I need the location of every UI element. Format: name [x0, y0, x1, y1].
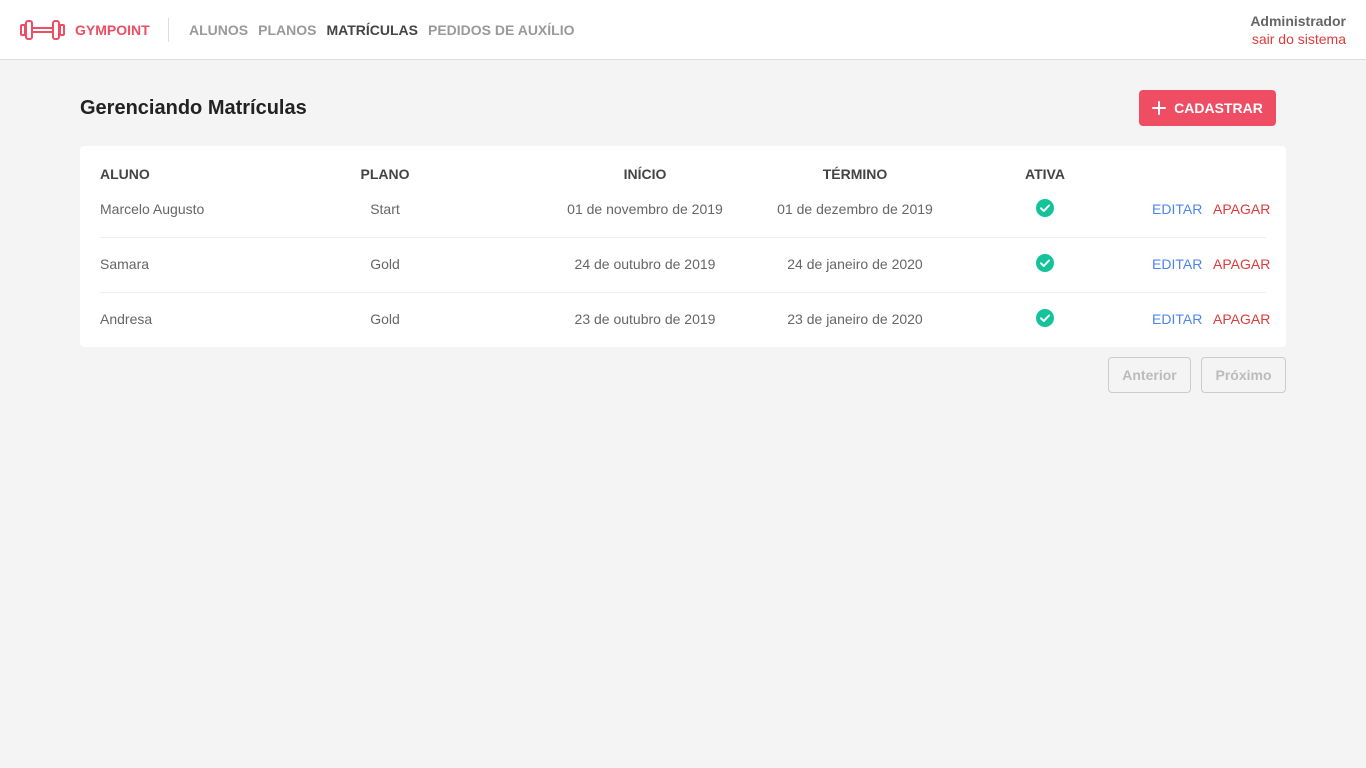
- add-enrollment-button[interactable]: CADASTRAR: [1139, 90, 1276, 126]
- edit-link[interactable]: EDITAR: [1152, 311, 1202, 327]
- cell-termino: 01 de dezembro de 2019: [777, 201, 933, 217]
- page-title: Gerenciando Matrículas: [80, 97, 307, 119]
- logout-link[interactable]: sair do sistema: [1250, 31, 1346, 47]
- cell-plano: Gold: [370, 311, 400, 327]
- nav-item-pedidos-de-auxilio[interactable]: PEDIDOS DE AUXÍLIO: [428, 22, 575, 38]
- cell-aluno: Samara: [100, 256, 150, 272]
- user-menu: Administrador sair do sistema: [1250, 13, 1346, 47]
- nav-item-planos[interactable]: PLANOS: [258, 22, 316, 38]
- edit-link[interactable]: EDITAR: [1152, 256, 1202, 272]
- table-row: Marcelo Augusto Start 01 de novembro de …: [100, 183, 1270, 238]
- cell-plano: Start: [370, 201, 400, 217]
- active-check-icon: [1036, 199, 1054, 217]
- table-row: Andresa Gold 23 de outubro de 2019 23 de…: [100, 293, 1270, 348]
- column-header-ativa: ATIVA: [1025, 166, 1065, 182]
- cell-termino: 23 de janeiro de 2020: [787, 311, 923, 327]
- next-page-button[interactable]: Próximo: [1201, 357, 1286, 393]
- column-header-aluno: ALUNO: [100, 166, 150, 182]
- nav-item-matriculas[interactable]: MATRÍCULAS: [326, 22, 418, 38]
- table-row: Samara Gold 24 de outubro de 2019 24 de …: [100, 238, 1270, 293]
- previous-page-button[interactable]: Anterior: [1108, 357, 1191, 393]
- column-header-inicio: INÍCIO: [623, 166, 667, 182]
- cell-aluno: Andresa: [100, 311, 153, 327]
- edit-link[interactable]: EDITAR: [1152, 201, 1202, 217]
- active-check-icon: [1036, 254, 1054, 272]
- cell-aluno: Marcelo Augusto: [100, 201, 205, 217]
- cell-inicio: 01 de novembro de 2019: [567, 201, 723, 217]
- enrollments-table: ALUNO PLANO INÍCIO TÉRMINO ATIVA Marcelo…: [80, 146, 1286, 347]
- cell-plano: Gold: [370, 256, 400, 272]
- main-nav: ALUNOS PLANOS MATRÍCULAS PEDIDOS DE AUXÍ…: [189, 22, 575, 38]
- brand-name: GYMPOINT: [75, 22, 150, 38]
- table-header: ALUNO PLANO INÍCIO TÉRMINO ATIVA: [100, 166, 1266, 182]
- active-check-icon: [1036, 309, 1054, 327]
- dumbbell-logo-icon: [20, 20, 65, 40]
- header-divider: [168, 18, 169, 42]
- cell-inicio: 23 de outubro de 2019: [574, 311, 716, 327]
- top-header: GYMPOINT ALUNOS PLANOS MATRÍCULAS PEDIDO…: [0, 0, 1366, 60]
- nav-item-alunos[interactable]: ALUNOS: [189, 22, 248, 38]
- delete-link[interactable]: APAGAR: [1213, 311, 1270, 327]
- add-button-label: CADASTRAR: [1174, 100, 1263, 116]
- delete-link[interactable]: APAGAR: [1213, 256, 1270, 272]
- delete-link[interactable]: APAGAR: [1213, 201, 1270, 217]
- user-name: Administrador: [1250, 13, 1346, 29]
- column-header-plano: PLANO: [360, 166, 410, 182]
- cell-termino: 24 de janeiro de 2020: [787, 256, 923, 272]
- cell-inicio: 24 de outubro de 2019: [574, 256, 716, 272]
- plus-icon: [1152, 101, 1167, 115]
- column-header-termino: TÉRMINO: [822, 166, 888, 182]
